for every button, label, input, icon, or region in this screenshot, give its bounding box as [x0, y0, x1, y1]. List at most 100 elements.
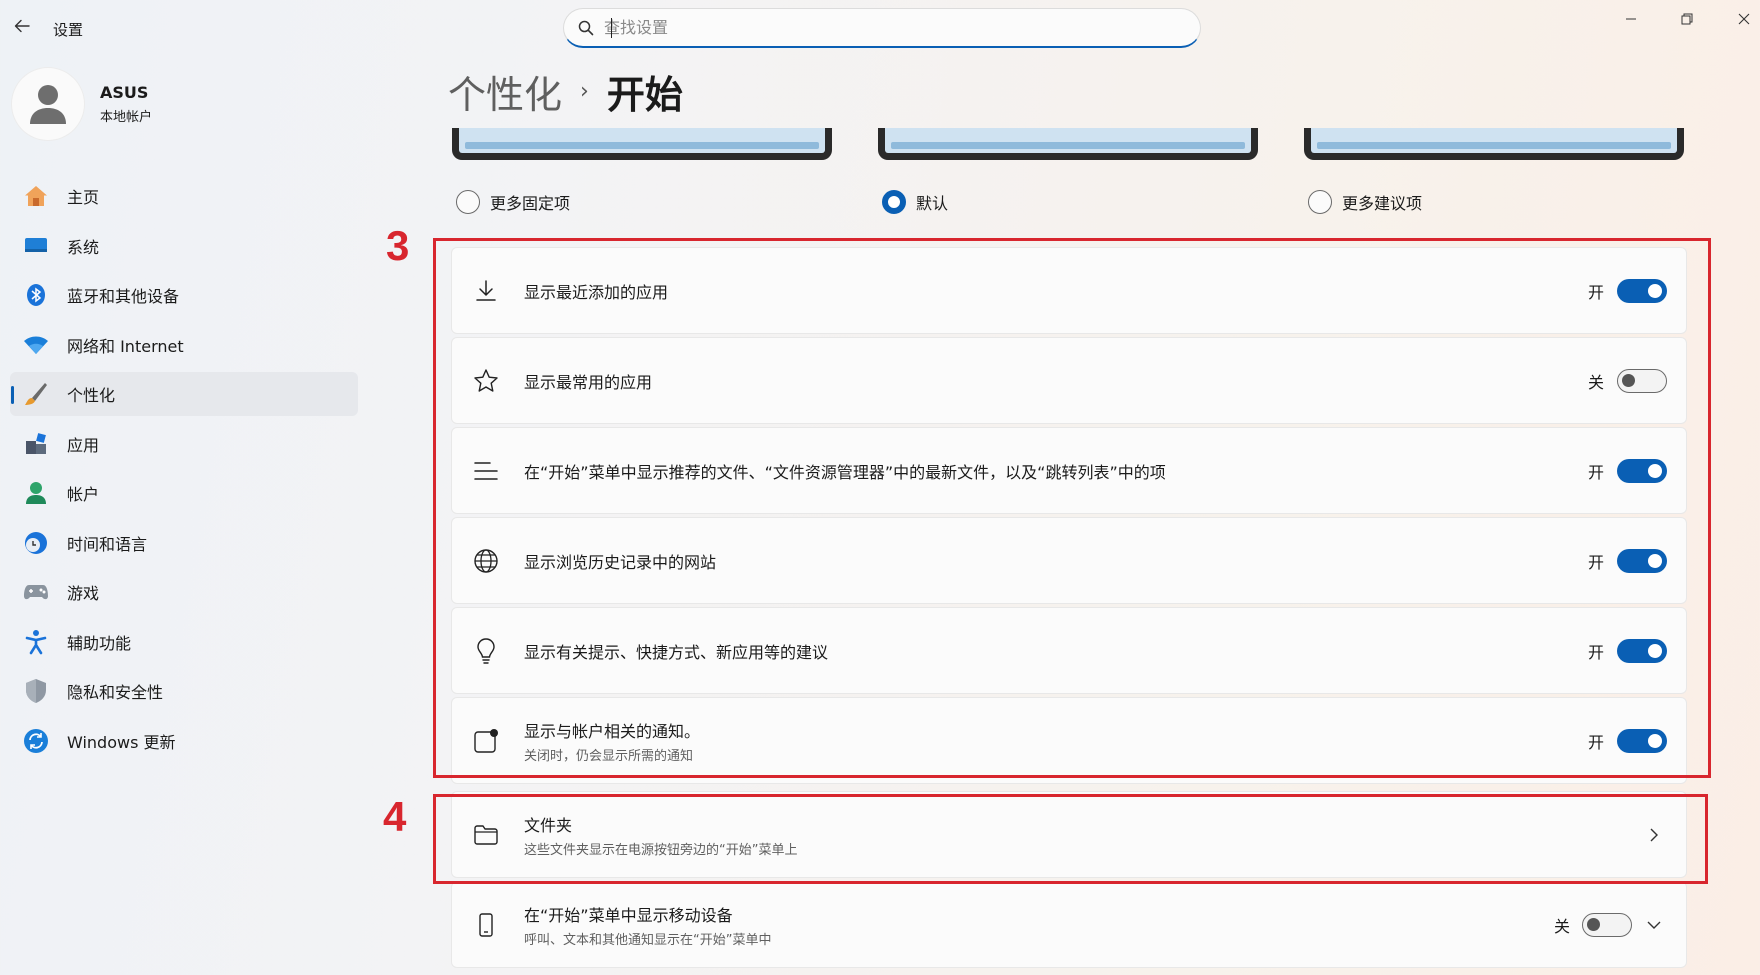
sidebar-item-accounts[interactable]: 帐户: [10, 471, 358, 515]
back-button[interactable]: [10, 14, 34, 38]
restore-button[interactable]: [1667, 6, 1707, 32]
setting-title: 显示最常用的应用: [524, 372, 653, 392]
radio-button-selected[interactable]: [882, 190, 906, 214]
sidebar-item-windows-update[interactable]: Windows 更新: [10, 719, 358, 763]
sidebar-item-label: 应用: [67, 435, 100, 455]
sidebar-item-privacy[interactable]: 隐私和安全性: [10, 669, 358, 713]
sidebar-item-label: 隐私和安全性: [67, 683, 164, 702]
star-icon: [472, 367, 500, 395]
setting-title: 在“开始”菜单中显示移动设备: [524, 905, 733, 925]
restore-icon: [1681, 13, 1693, 25]
profile-account-type: 本地帐户: [100, 110, 153, 125]
download-icon: [472, 277, 500, 305]
sidebar-item-label: 帐户: [67, 485, 100, 504]
sidebar-item-bluetooth[interactable]: 蓝牙和其他设备: [10, 273, 358, 317]
lightbulb-icon: [472, 637, 500, 665]
setting-recommended-files: 在“开始”菜单中显示推荐的文件、“文件资源管理器”中的最新文件，以及“跳转列表”…: [451, 427, 1687, 514]
setting-title: 显示最近添加的应用: [524, 282, 669, 302]
shield-icon: [22, 677, 50, 705]
toggle-state-label: 开: [1587, 732, 1604, 752]
sidebar-item-system[interactable]: 系统: [10, 224, 358, 268]
toggle-state-label: 开: [1587, 282, 1604, 302]
breadcrumb-separator: ›: [580, 79, 589, 104]
toggle-state-label: 关: [1587, 372, 1604, 392]
layout-previews: [452, 128, 1684, 160]
globe-icon: [472, 547, 500, 575]
text-caret: [611, 18, 612, 38]
accessibility-icon: [22, 628, 50, 656]
sidebar-item-accessibility[interactable]: 辅助功能: [10, 620, 358, 664]
brush-icon: [22, 380, 50, 408]
setting-text: 显示最常用的应用: [524, 369, 1546, 393]
toggle-switch[interactable]: [1617, 278, 1667, 303]
wifi-icon: [22, 331, 50, 359]
minimize-button[interactable]: [1611, 6, 1651, 32]
layout-preview-more-recommendations[interactable]: [1304, 128, 1684, 160]
toggle-switch[interactable]: [1617, 638, 1667, 663]
layout-preview-default[interactable]: [878, 128, 1258, 160]
annotation-label-3: 3: [386, 222, 410, 269]
page-title: 开始: [606, 73, 683, 117]
search-icon: [578, 20, 594, 35]
setting-text: 显示浏览历史记录中的网站: [524, 549, 1546, 573]
user-profile[interactable]: ASUS 本地帐户: [12, 68, 152, 140]
setting-title: 文件夹: [524, 815, 573, 835]
sidebar-item-label: 网络和 Internet: [67, 336, 184, 356]
annotation-label-4: 4: [383, 793, 407, 840]
sidebar-item-gaming[interactable]: 游戏: [10, 570, 358, 614]
setting-text: 显示与帐户相关的通知。 关闭时，仍会显示所需的通知: [524, 718, 1546, 764]
radio-button[interactable]: [456, 190, 480, 214]
search-input[interactable]: [604, 18, 1164, 37]
sidebar-item-personalization[interactable]: 个性化: [10, 372, 358, 416]
sidebar-item-label: 系统: [67, 237, 100, 257]
breadcrumb-parent[interactable]: 个性化: [448, 64, 562, 119]
gamepad-icon: [22, 578, 50, 606]
setting-folders[interactable]: 文件夹 这些文件夹显示在电源按钮旁边的“开始”菜单上: [451, 791, 1687, 878]
toggle-state-label: 关: [1553, 916, 1570, 936]
radio-button[interactable]: [1308, 190, 1332, 214]
layout-option-label: 更多建议项: [1342, 194, 1423, 213]
title-bar: 设置: [0, 0, 1760, 56]
setting-title: 在“开始”菜单中显示推荐的文件、“文件资源管理器”中的最新文件，以及“跳转列表”…: [524, 462, 1166, 482]
toggle-switch[interactable]: [1617, 548, 1667, 573]
sidebar-item-label: 辅助功能: [67, 633, 132, 653]
list-icon: [472, 457, 500, 485]
close-button[interactable]: [1724, 6, 1760, 32]
sidebar-item-network[interactable]: 网络和 Internet: [10, 323, 358, 367]
setting-subtitle: 呼叫、文本和其他通知显示在“开始”菜单中: [524, 932, 772, 948]
bluetooth-icon: [22, 281, 50, 309]
sidebar-item-time-language[interactable]: 时间和语言: [10, 521, 358, 565]
toggle-switch[interactable]: [1617, 458, 1667, 483]
toggle-switch[interactable]: [1617, 728, 1667, 753]
layout-option-label: 更多固定项: [490, 194, 571, 213]
setting-title: 显示与帐户相关的通知。: [524, 721, 701, 741]
layout-option-more-pins[interactable]: 更多固定项: [456, 190, 570, 214]
update-icon: [22, 727, 50, 755]
setting-text: 文件夹 这些文件夹显示在电源按钮旁边的“开始”菜单上: [524, 812, 1546, 858]
toggle-state-label: 开: [1587, 462, 1604, 482]
layout-preview-more-pins[interactable]: [452, 128, 832, 160]
setting-subtitle: 关闭时，仍会显示所需的通知: [524, 748, 694, 764]
setting-title: 显示浏览历史记录中的网站: [524, 552, 717, 572]
back-arrow-icon: [14, 19, 30, 33]
search-box[interactable]: [563, 8, 1201, 48]
setting-browsing-history-sites: 显示浏览历史记录中的网站 开: [451, 517, 1687, 604]
sidebar-item-label: Windows 更新: [67, 732, 176, 752]
setting-tips-suggestions: 显示有关提示、快捷方式、新应用等的建议 开: [451, 607, 1687, 694]
sidebar-item-label: 时间和语言: [67, 534, 148, 554]
app-title: 设置: [53, 21, 84, 39]
setting-text: 显示有关提示、快捷方式、新应用等的建议: [524, 639, 1546, 663]
profile-name: ASUS: [100, 83, 149, 102]
sidebar-item-apps[interactable]: 应用: [10, 422, 358, 466]
chevron-right-icon[interactable]: [1644, 825, 1664, 845]
setting-text: 在“开始”菜单中显示推荐的文件、“文件资源管理器”中的最新文件，以及“跳转列表”…: [524, 459, 1546, 483]
layout-option-default[interactable]: 默认: [882, 190, 948, 214]
toggle-switch[interactable]: [1582, 912, 1632, 937]
toggle-switch[interactable]: [1617, 368, 1667, 393]
minimize-icon: [1626, 18, 1636, 20]
phone-icon: [472, 911, 500, 939]
toggle-state-label: 开: [1587, 642, 1604, 662]
chevron-down-icon[interactable]: [1644, 915, 1664, 935]
clock-globe-icon: [22, 529, 50, 557]
layout-option-more-recommendations[interactable]: 更多建议项: [1308, 190, 1422, 214]
